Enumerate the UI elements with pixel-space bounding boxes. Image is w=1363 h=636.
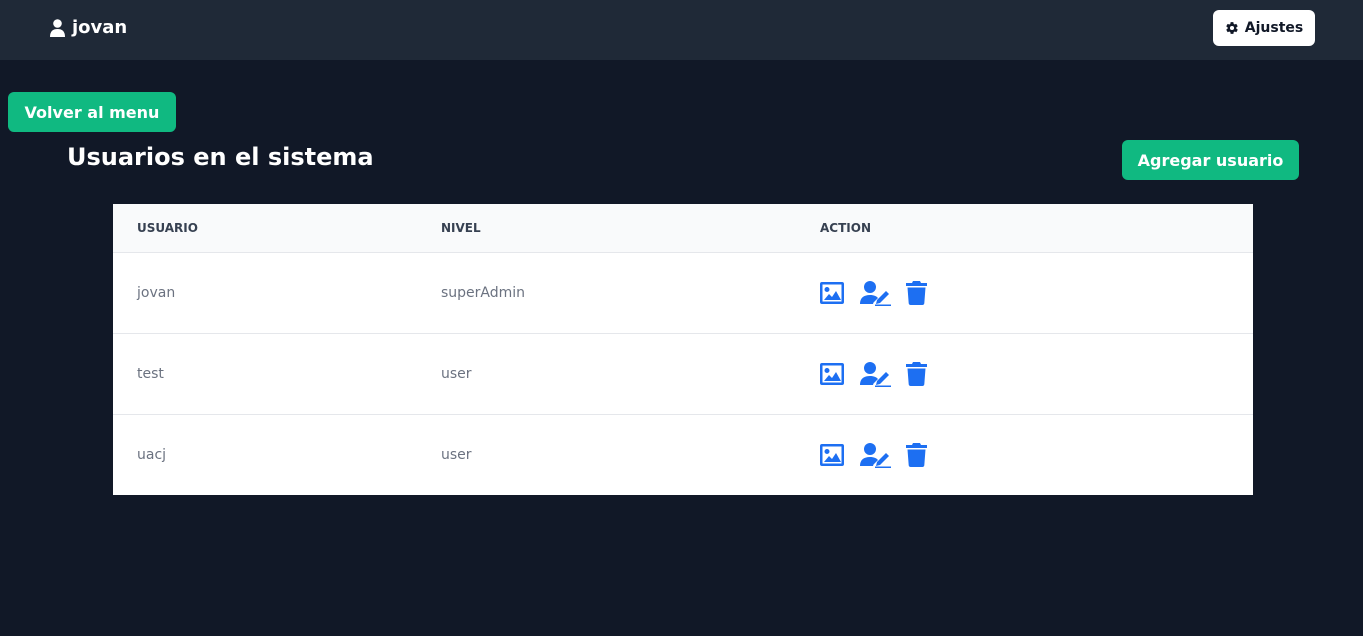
trash-icon[interactable] <box>906 362 927 386</box>
table-row: uacj user <box>113 414 1253 495</box>
cell-usuario: test <box>137 366 164 382</box>
table-header: USUARIO NIVEL ACTION <box>113 204 1253 252</box>
table-row: test user <box>113 333 1253 414</box>
row-actions <box>820 334 927 414</box>
add-user-button[interactable]: Agregar usuario <box>1122 140 1299 180</box>
user-icon <box>50 19 65 37</box>
column-header-usuario: USUARIO <box>137 221 198 235</box>
table-row: jovan superAdmin <box>113 252 1253 333</box>
trash-icon[interactable] <box>906 281 927 305</box>
username: jovan <box>72 17 128 38</box>
image-icon[interactable] <box>820 282 844 304</box>
page-title: Usuarios en el sistema <box>67 143 374 171</box>
user-profile: jovan <box>50 16 127 40</box>
cell-usuario: jovan <box>137 285 176 301</box>
cell-usuario: uacj <box>137 447 167 463</box>
gear-icon <box>1225 21 1245 35</box>
user-edit-icon[interactable] <box>860 442 891 468</box>
back-to-menu-button[interactable]: Volver al menu <box>8 92 176 132</box>
settings-label: Ajustes <box>1244 20 1304 36</box>
settings-button[interactable]: Ajustes <box>1213 10 1315 46</box>
user-edit-icon[interactable] <box>860 280 891 306</box>
row-actions <box>820 415 927 495</box>
row-actions <box>820 253 927 333</box>
image-icon[interactable] <box>820 444 844 466</box>
cell-nivel: superAdmin <box>441 285 526 301</box>
image-icon[interactable] <box>820 363 844 385</box>
cell-nivel: user <box>441 447 472 463</box>
trash-icon[interactable] <box>906 443 927 467</box>
users-table: USUARIO NIVEL ACTION jovan superAdmin te… <box>113 204 1253 495</box>
column-header-nivel: NIVEL <box>441 221 481 235</box>
column-header-action: ACTION <box>820 221 871 235</box>
top-navbar: jovan Ajustes <box>0 0 1363 60</box>
cell-nivel: user <box>441 366 472 382</box>
user-edit-icon[interactable] <box>860 361 891 387</box>
